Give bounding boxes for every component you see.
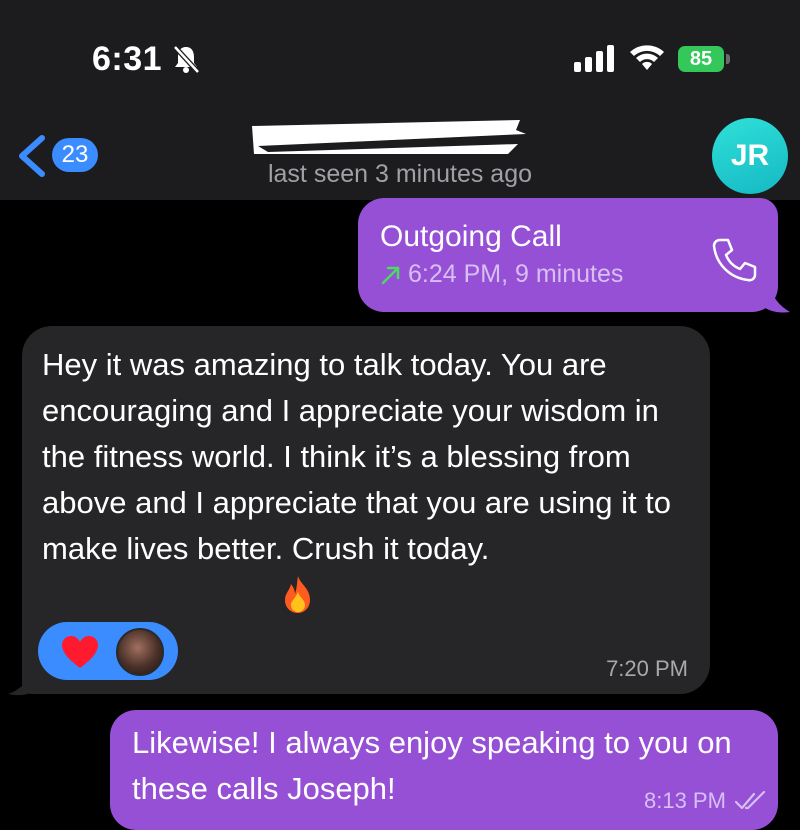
bell-muted-icon [173,45,200,74]
fire-emoji-icon [285,576,310,613]
call-detail: 6:24 PM, 9 minutes [408,260,624,288]
battery-tip [726,54,730,64]
outgoing-message-time: 8:13 PM [644,788,726,813]
outgoing-arrow-icon [381,266,400,285]
chat-header: 6:31 85 23 last seen 3 minutes ago JR [0,0,800,200]
bubble-tail [760,284,790,313]
status-time: 6:31 [92,40,163,78]
wifi-icon [630,45,664,70]
redacted-contact-name [252,120,526,154]
outgoing-message-text: Likewise! I always enjoy speaking to you… [132,725,732,806]
battery-level: 85 [678,46,724,72]
cellular-signal-icon [574,45,614,72]
reaction-pill[interactable] [38,622,178,680]
call-title: Outgoing Call [380,220,562,253]
battery-indicator: 85 [678,46,732,72]
outgoing-message-bubble[interactable]: Likewise! I always enjoy speaking to you… [110,710,778,830]
incoming-message-text: Hey it was amazing to talk today. You ar… [42,347,672,566]
outgoing-call-bubble[interactable]: Outgoing Call 6:24 PM, 9 minutes [358,198,778,312]
phone-icon[interactable] [710,236,758,284]
last-seen-status: last seen 3 minutes ago [267,160,533,188]
heart-icon [62,636,98,668]
incoming-message-bubble[interactable]: Hey it was amazing to talk today. You ar… [22,326,710,694]
double-check-icon [734,790,766,810]
incoming-message-time: 7:20 PM [606,656,688,681]
reactor-avatar [116,628,164,676]
contact-avatar[interactable]: JR [712,118,788,194]
